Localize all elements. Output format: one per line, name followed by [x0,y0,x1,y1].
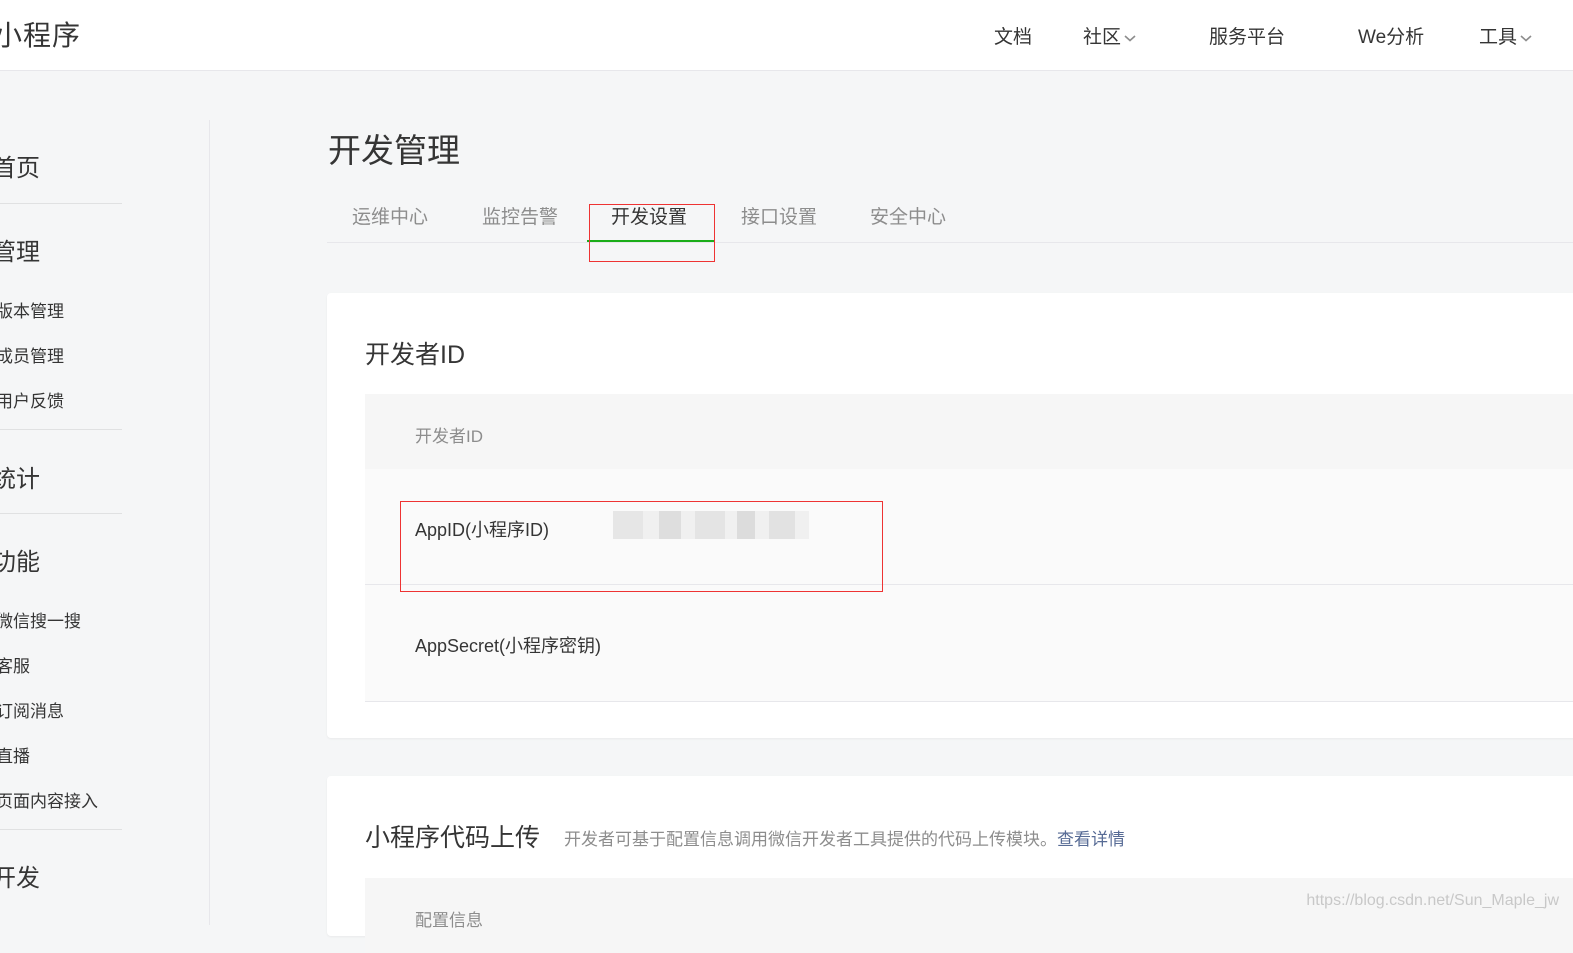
sidebar-item-customer-service[interactable]: 客服 [0,652,30,677]
section-description: 开发者可基于配置信息调用微信开发者工具提供的代码上传模块。查看详情 [564,825,1125,850]
developer-id-card: 开发者ID 开发者ID AppID(小程序ID) AppSecret(小程序密钥… [327,293,1573,738]
tab-monitoring-alerts[interactable]: 监控告警 [482,202,558,229]
table-header-label: 开发者ID [415,427,483,446]
config-table-header: 配置信息 [365,878,1573,953]
appsecret-row: AppSecret(小程序密钥) [365,585,1573,702]
watermark-text: https://blog.csdn.net/Sun_Maple_jw [1306,892,1559,909]
chevron-down-icon [1519,33,1533,43]
tab-bar: 运维中心 监控告警 开发设置 接口设置 安全中心 [327,190,1573,243]
sidebar-item-version-management[interactable]: 版本管理 [0,297,64,322]
active-tab-indicator [587,240,715,242]
nav-tools[interactable]: 工具 [1479,22,1533,49]
chevron-down-icon [1123,33,1137,43]
nav-community-label: 社区 [1083,27,1122,48]
sidebar-group-development[interactable]: 开发 [0,858,40,893]
sidebar-group-management[interactable]: 管理 [0,232,40,267]
appid-row: AppID(小程序ID) [365,469,1573,585]
sidebar-item-statistics[interactable]: 统计 [0,459,40,494]
sidebar-item-live-stream[interactable]: 直播 [0,742,30,767]
table-header: 开发者ID [365,394,1573,469]
sidebar-separator [0,429,122,430]
code-upload-card: 小程序代码上传 开发者可基于配置信息调用微信开发者工具提供的代码上传模块。查看详… [327,776,1573,953]
tab-ops-center[interactable]: 运维中心 [352,202,428,229]
nav-service-platform[interactable]: 服务平台 [1209,22,1285,49]
tab-dev-settings[interactable]: 开发设置 [611,202,687,229]
tab-api-settings[interactable]: 接口设置 [741,202,817,229]
brand-logo-text[interactable]: 小程序 [0,14,81,54]
description-text: 开发者可基于配置信息调用微信开发者工具提供的代码上传模块。 [564,830,1057,849]
nav-community[interactable]: 社区 [1083,22,1137,49]
sidebar-item-subscription-messages[interactable]: 订阅消息 [0,697,64,722]
sidebar-item-home[interactable]: 首页 [0,148,40,183]
nav-we-analytics[interactable]: We分析 [1358,22,1424,49]
sidebar-divider [209,120,210,925]
sidebar-item-user-feedback[interactable]: 用户反馈 [0,387,64,412]
appid-label: AppID(小程序ID) [415,520,550,540]
sidebar-group-features[interactable]: 功能 [0,542,40,577]
nav-tools-label: 工具 [1479,27,1518,48]
sidebar-item-member-management[interactable]: 成员管理 [0,342,64,367]
view-details-link[interactable]: 查看详情 [1057,830,1125,849]
tab-security-center[interactable]: 安全中心 [870,202,946,229]
nav-docs[interactable]: 文档 [994,22,1032,49]
sidebar-separator [0,513,122,514]
sidebar-separator [0,829,122,830]
appid-value-blurred[interactable] [613,511,809,539]
table-header-label: 配置信息 [415,911,483,930]
page-title: 开发管理 [328,132,460,169]
sidebar-item-wechat-search[interactable]: 微信搜一搜 [0,607,81,632]
section-title: 开发者ID [365,341,466,369]
appsecret-label: AppSecret(小程序密钥) [415,636,602,656]
sidebar-separator [0,203,122,204]
sidebar-item-page-content-access[interactable]: 页面内容接入 [0,787,98,812]
top-navbar: 小程序 文档 社区 服务平台 We分析 工具 [0,0,1573,71]
section-title: 小程序代码上传 [365,824,541,852]
